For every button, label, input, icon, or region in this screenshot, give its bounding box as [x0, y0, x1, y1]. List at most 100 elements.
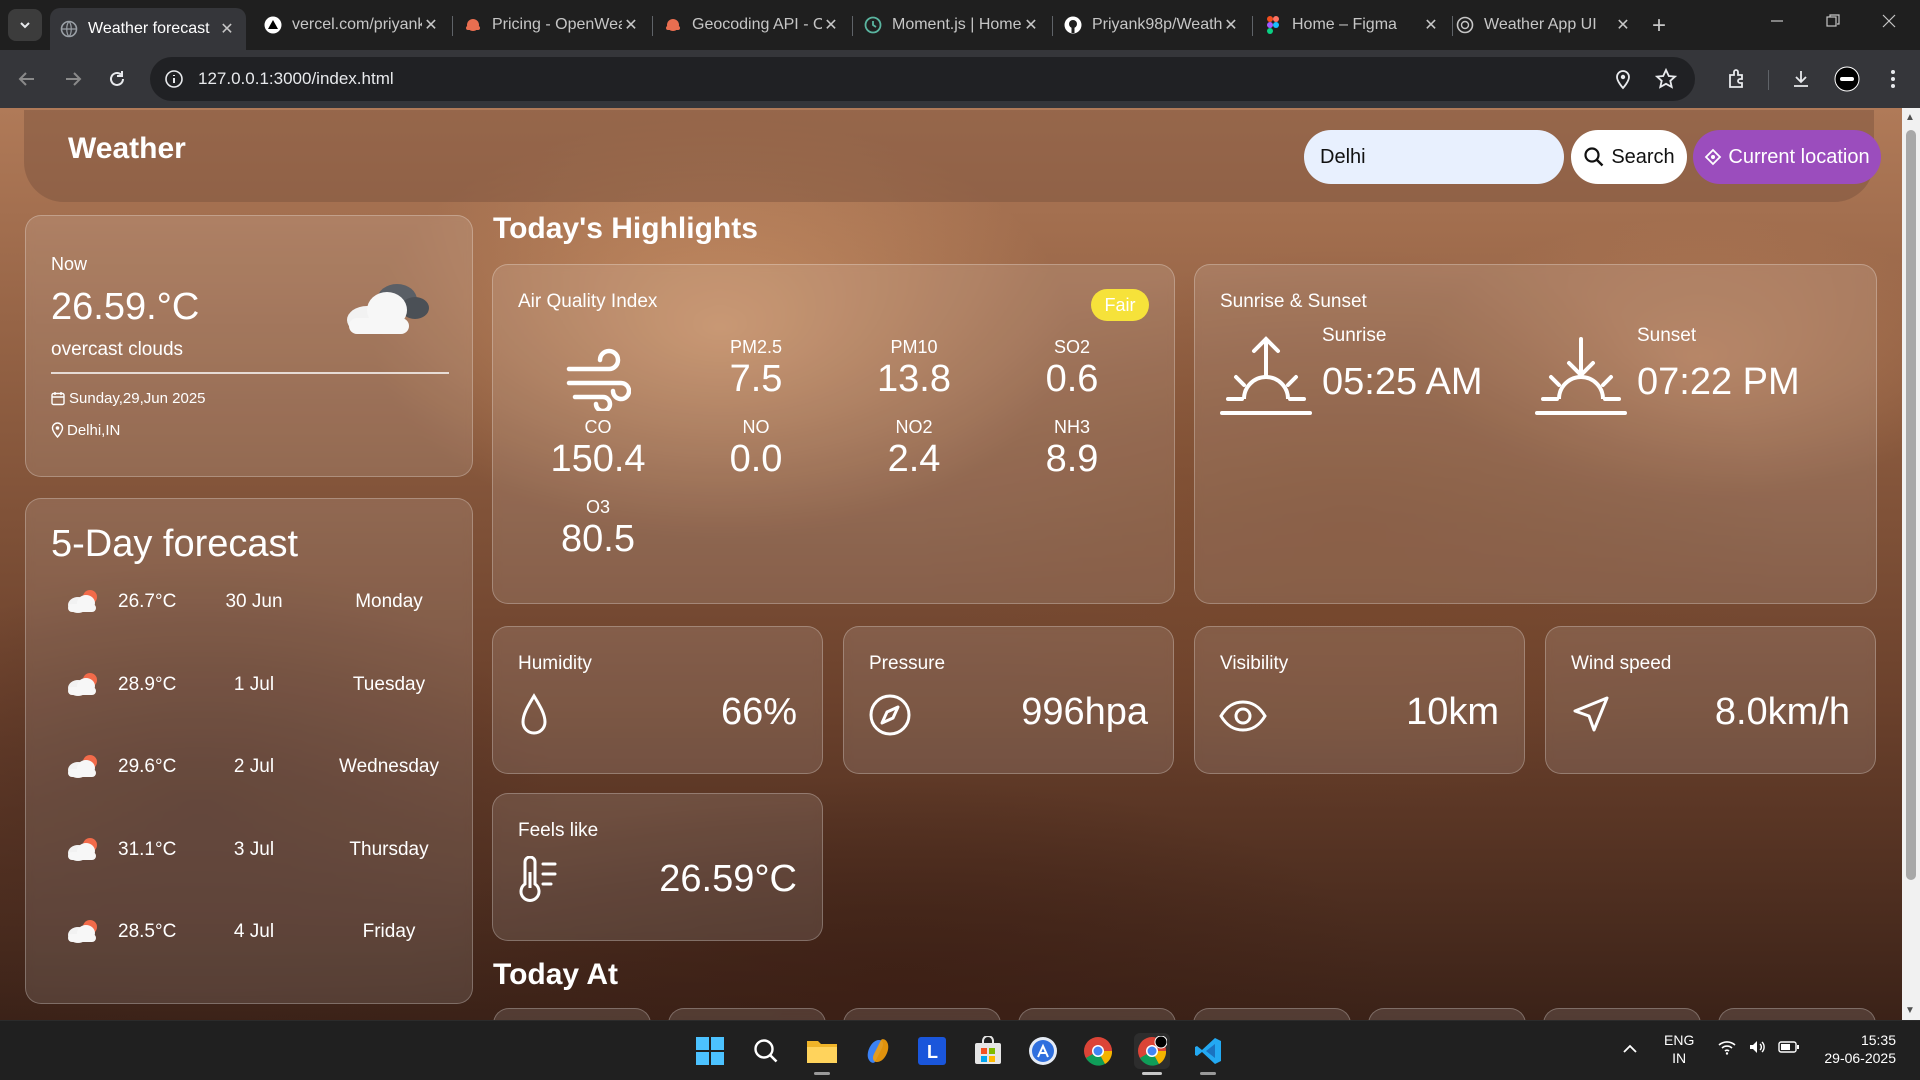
system-tray[interactable]	[1718, 1039, 1800, 1055]
aqi-metric: NH3 8.9	[1012, 417, 1132, 481]
page-scrollbar[interactable]: ▲ ▼	[1902, 108, 1920, 1020]
chrome-icon[interactable]	[1080, 1033, 1116, 1069]
aqi-metric-value: 2.4	[887, 438, 941, 480]
file-explorer-icon[interactable]	[804, 1033, 840, 1075]
current-location-button[interactable]: Current location	[1693, 130, 1881, 184]
tab-divider	[452, 16, 453, 36]
svg-text:L: L	[927, 1042, 938, 1062]
app-store-icon[interactable]	[1025, 1033, 1061, 1069]
close-tab-icon[interactable]: ✕	[1222, 15, 1240, 35]
copilot-icon[interactable]	[860, 1033, 896, 1069]
close-window-icon[interactable]	[1882, 12, 1896, 33]
forward-icon[interactable]	[58, 64, 88, 94]
aqi-metric-value: 80.5	[561, 518, 635, 560]
today-at-title: Today At	[493, 958, 618, 991]
navigation-arrow-icon	[1573, 696, 1609, 732]
site-info-icon[interactable]	[164, 69, 184, 89]
language-code: ENG	[1664, 1032, 1695, 1048]
current-weather-card: Now 26.59.°C overcast clouds Sunday,29,J…	[25, 215, 473, 477]
close-tab-icon[interactable]: ✕	[822, 15, 840, 35]
extensions-icon[interactable]	[1722, 64, 1752, 94]
scroll-down-arrow-icon[interactable]: ▼	[1905, 1005, 1915, 1016]
tab-title: Weather forecast	[88, 20, 210, 37]
feels-like-card: Feels like 26.59°C	[492, 793, 823, 941]
forecast-day: Tuesday	[352, 673, 426, 695]
pressure-card: Pressure 996hpa	[843, 626, 1174, 774]
vscode-icon[interactable]	[1190, 1033, 1226, 1075]
humidity-value: 66%	[720, 691, 797, 733]
close-tab-icon[interactable]: ✕	[1022, 15, 1040, 35]
back-icon[interactable]	[12, 64, 42, 94]
city-search-input[interactable]	[1304, 130, 1564, 184]
tab-title: vercel.com/priyank	[292, 16, 422, 33]
minimize-icon[interactable]	[1770, 12, 1784, 33]
browser-menu-icon[interactable]	[1878, 64, 1908, 94]
input-language-indicator[interactable]: ENG IN	[1664, 1031, 1694, 1067]
current-date: Sunday,29,Jun 2025	[69, 390, 206, 407]
openweather-icon	[664, 16, 682, 34]
tab-vercel[interactable]: vercel.com/priyank ✕	[254, 8, 450, 42]
hourly-card	[1368, 1008, 1526, 1020]
aqi-metric: SO2 0.6	[1012, 337, 1132, 401]
wind-icon	[566, 348, 631, 411]
windows-logo-icon	[696, 1037, 724, 1065]
aqi-metric: PM10 13.8	[854, 337, 974, 401]
partly-cloudy-icon	[68, 920, 97, 943]
close-tab-icon[interactable]: ✕	[622, 15, 640, 35]
visibility-card: Visibility 10km	[1194, 626, 1525, 774]
taskbar-search-icon[interactable]	[748, 1033, 784, 1069]
show-hidden-icons-icon[interactable]	[1622, 1041, 1638, 1059]
forecast-day: Wednesday	[339, 756, 439, 777]
chrome-profile-icon[interactable]	[1134, 1033, 1170, 1075]
aqi-metric-name: NH3	[1053, 417, 1090, 437]
tab-pricing-openweather[interactable]: Pricing - OpenWeather ✕	[454, 8, 650, 42]
close-tab-icon[interactable]: ✕	[1422, 15, 1440, 35]
profile-avatar[interactable]	[1832, 64, 1862, 94]
scroll-up-arrow-icon[interactable]: ▲	[1905, 112, 1915, 123]
tab-figma[interactable]: Home – Figma ✕	[1254, 8, 1450, 42]
start-button[interactable]	[692, 1033, 728, 1069]
current-temperature: 26.59.°C	[51, 286, 200, 328]
search-button[interactable]: Search	[1571, 130, 1687, 184]
close-tab-icon[interactable]: ✕	[422, 15, 440, 35]
hourly-card	[668, 1008, 826, 1020]
browser-toolbar: 127.0.0.1:3000/index.html	[0, 50, 1920, 108]
forecast-row: 28.9°C 1 Jul Tuesday	[26, 666, 474, 706]
l-app-icon[interactable]: L	[914, 1033, 950, 1069]
tab-weather-forecast[interactable]: Weather forecast ✕	[50, 8, 246, 50]
sunrise-sunset-card: Sunrise & Sunset Sunrise 05:25 AM Sunset…	[1194, 264, 1877, 604]
bookmark-star-icon[interactable]	[1655, 68, 1677, 90]
tab-github[interactable]: Priyank98p/Weather ✕	[1054, 8, 1250, 42]
sunset-icon	[1535, 337, 1627, 415]
scrollbar-thumb[interactable]	[1906, 130, 1916, 880]
aqi-metric-name: NO2	[895, 417, 933, 437]
forecast-row: 29.6°C 2 Jul Wednesday	[26, 748, 474, 788]
sunset-time: 07:22 PM	[1637, 361, 1800, 403]
tab-title: Priyank98p/Weather	[1092, 16, 1222, 33]
humidity-card: Humidity 66%	[492, 626, 823, 774]
tab-weather-app-ui[interactable]: Weather App UI ✕	[1446, 8, 1642, 42]
tab-momentjs[interactable]: Moment.js | Home ✕	[854, 8, 1050, 42]
close-tab-icon[interactable]: ✕	[1614, 15, 1632, 35]
eye-icon	[1219, 700, 1267, 732]
address-bar[interactable]: 127.0.0.1:3000/index.html	[150, 57, 1695, 101]
tab-geocoding-api[interactable]: Geocoding API - OpenW ✕	[654, 8, 850, 42]
microsoft-store-icon[interactable]	[970, 1033, 1006, 1069]
restore-icon[interactable]	[1826, 12, 1840, 33]
clock-icon	[864, 16, 882, 34]
location-pin-icon[interactable]	[1613, 68, 1633, 90]
forecast-date: 4 Jul	[233, 921, 275, 942]
tab-divider	[652, 16, 653, 36]
reload-icon[interactable]	[102, 64, 132, 94]
search-icon	[1584, 147, 1604, 167]
clock-area[interactable]: 15:35 29-06-2025	[1816, 1031, 1896, 1067]
download-icon[interactable]	[1786, 64, 1816, 94]
feels-like-label: Feels like	[518, 820, 599, 841]
wifi-icon	[1718, 1041, 1736, 1055]
aqi-metric-name: PM10	[890, 337, 938, 357]
close-tab-icon[interactable]: ✕	[218, 19, 236, 39]
tab-search-button[interactable]	[8, 9, 42, 41]
aqi-metric: NO2 2.4	[854, 417, 974, 481]
new-tab-button[interactable]: +	[1652, 12, 1666, 40]
active-indicator	[1142, 1072, 1162, 1075]
